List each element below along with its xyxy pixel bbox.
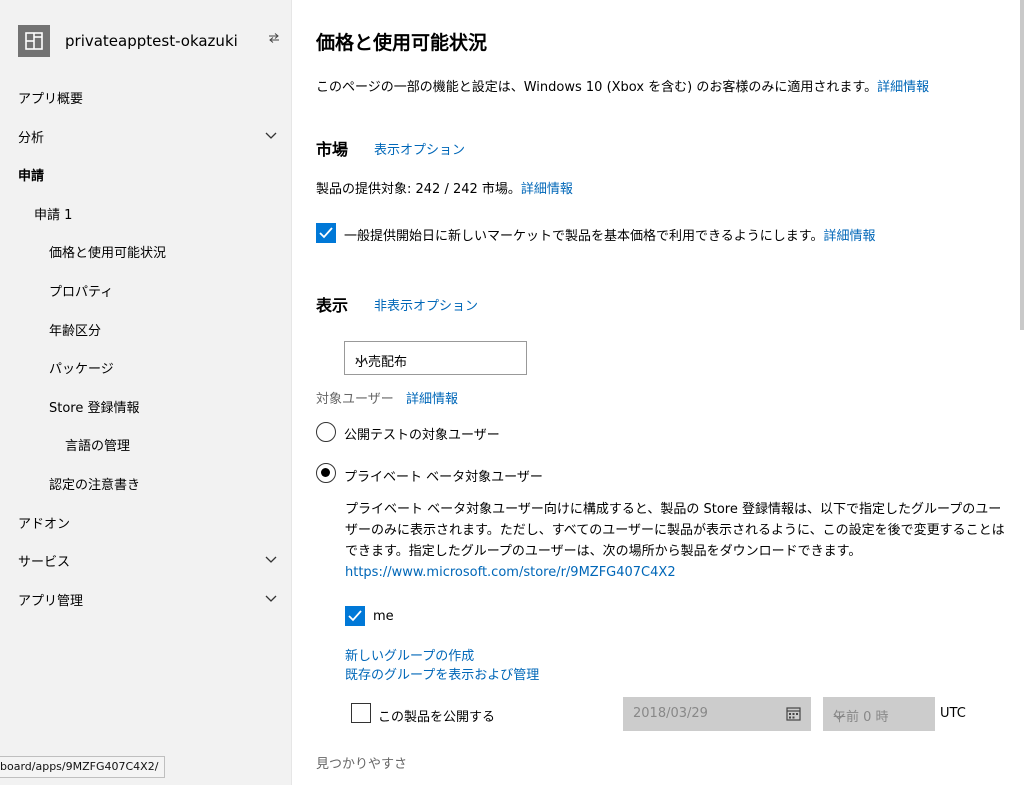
private-beta-description: プライベート ベータ対象ユーザー向けに構成すると、製品の Store 登録情報は…	[345, 499, 1005, 583]
nav-packages[interactable]: パッケージ	[0, 348, 291, 386]
page-title: 価格と使用可能状況	[316, 32, 488, 54]
nav-label: 分析	[18, 130, 45, 146]
time-select[interactable]: 午前 0 時	[823, 697, 935, 731]
manage-groups-link[interactable]: 既存のグループを表示および管理	[345, 664, 539, 683]
availability-text: 製品の提供対象: 242 / 242 市場。	[316, 182, 521, 197]
group-me-label: me	[373, 609, 394, 624]
nav-addons[interactable]: アドオン	[0, 503, 291, 541]
app-logo	[18, 25, 50, 57]
checkmark-icon	[319, 227, 333, 239]
create-group-link[interactable]: 新しいグループの作成	[345, 645, 474, 664]
public-beta-label: 公開テストの対象ユーザー	[344, 428, 500, 443]
private-beta-label: プライベート ベータ対象ユーザー	[344, 470, 543, 485]
nav-label: 年齢区分	[49, 323, 102, 339]
private-beta-radio[interactable]	[316, 463, 336, 483]
nav-submissions[interactable]: 申請	[0, 155, 291, 193]
checkbox-label: 一般提供開始日に新しいマーケットで製品を基本価格で利用できるようにします。	[344, 229, 824, 244]
app-switcher[interactable]: privateapptest-okazuki	[18, 22, 280, 60]
nav-app-management[interactable]: アプリ管理	[0, 580, 291, 618]
nav-label: アプリ管理	[18, 593, 84, 609]
nav-label: アプリ概要	[18, 91, 84, 107]
nav-properties[interactable]: プロパティ	[0, 271, 291, 309]
nav-manage-languages[interactable]: 言語の管理	[0, 425, 291, 463]
intro-details-link[interactable]: 詳細情報	[877, 80, 929, 95]
nav-label: 価格と使用可能状況	[49, 245, 167, 261]
nav-label: アドオン	[18, 516, 71, 532]
timezone-label: UTC	[940, 706, 966, 721]
calendar-icon	[786, 707, 801, 721]
description-text: プライベート ベータ対象ユーザー向けに構成すると、製品の Store 登録情報は…	[345, 502, 1005, 559]
nav-label: パッケージ	[49, 361, 114, 377]
date-value: 2018/03/29	[633, 706, 708, 721]
new-markets-label: 一般提供開始日に新しいマーケットで製品を基本価格で利用できるようにします。詳細情…	[344, 225, 875, 244]
publish-checkbox[interactable]	[351, 703, 371, 723]
nav-store-listings[interactable]: Store 登録情報	[0, 387, 291, 425]
intro-message: このページの一部の機能と設定は、Windows 10 (Xbox を含む) のお…	[316, 80, 878, 95]
markets-title: 市場	[316, 140, 349, 159]
audience-label: 対象ユーザー	[316, 392, 394, 407]
publish-label: この製品を公開する	[378, 710, 496, 725]
new-markets-details-link[interactable]: 詳細情報	[823, 229, 875, 244]
group-me-checkbox[interactable]	[345, 606, 365, 626]
nav-label: サービス	[18, 554, 71, 570]
nav-age-ratings[interactable]: 年齢区分	[0, 310, 291, 348]
discoverability-title: 見つかりやすさ	[316, 757, 408, 772]
nav-certification-notes[interactable]: 認定の注意書き	[0, 464, 291, 502]
chevron-down-icon	[355, 354, 516, 369]
nav-pricing-availability[interactable]: 価格と使用可能状況	[0, 232, 291, 270]
store-url-link[interactable]: https://www.microsoft.com/store/r/9MZFG4…	[345, 565, 676, 580]
main-content: 価格と使用可能状況 このページの一部の機能と設定は、Windows 10 (Xb…	[293, 0, 1024, 785]
visibility-title: 表示	[316, 296, 349, 315]
audience-details-link[interactable]: 詳細情報	[406, 388, 458, 407]
nav-analytics[interactable]: 分析	[0, 117, 291, 155]
markets-availability: 製品の提供対象: 242 / 242 市場。詳細情報	[316, 178, 573, 197]
markets-details-link[interactable]: 詳細情報	[521, 182, 573, 197]
nav-submission-1[interactable]: 申請 1	[0, 194, 291, 232]
nav-label: Store 登録情報	[49, 400, 140, 416]
hide-options-link[interactable]: 非表示オプション	[374, 295, 478, 314]
chevron-down-icon	[265, 592, 277, 607]
scrollbar[interactable]	[1020, 0, 1024, 330]
chevron-down-icon	[265, 129, 277, 144]
switch-app-icon[interactable]	[268, 32, 280, 46]
nav-label: 申請 1	[34, 207, 73, 223]
chevron-down-icon	[265, 553, 277, 568]
date-picker[interactable]: 2018/03/29	[623, 697, 811, 731]
nav-app-overview[interactable]: アプリ概要	[0, 78, 291, 116]
nav-label: 申請	[18, 168, 45, 184]
public-beta-radio[interactable]	[316, 422, 336, 442]
nav-label: 言語の管理	[65, 438, 131, 454]
chevron-down-icon	[833, 710, 927, 725]
distribution-select[interactable]: 小売配布	[344, 341, 527, 375]
new-markets-checkbox[interactable]	[316, 223, 336, 243]
nav-label: 認定の注意書き	[49, 477, 141, 493]
markets-options-link[interactable]: 表示オプション	[374, 139, 465, 158]
intro-text: このページの一部の機能と設定は、Windows 10 (Xbox を含む) のお…	[316, 76, 929, 95]
nav-services[interactable]: サービス	[0, 541, 291, 579]
sidebar: privateapptest-okazuki アプリ概要 分析 申請 申請 1 …	[0, 0, 292, 785]
nav-label: プロパティ	[49, 284, 114, 300]
app-name: privateapptest-okazuki	[65, 32, 238, 50]
checkmark-icon	[348, 610, 362, 622]
status-bar-url: board/apps/9MZFG407C4X2/	[0, 756, 166, 778]
